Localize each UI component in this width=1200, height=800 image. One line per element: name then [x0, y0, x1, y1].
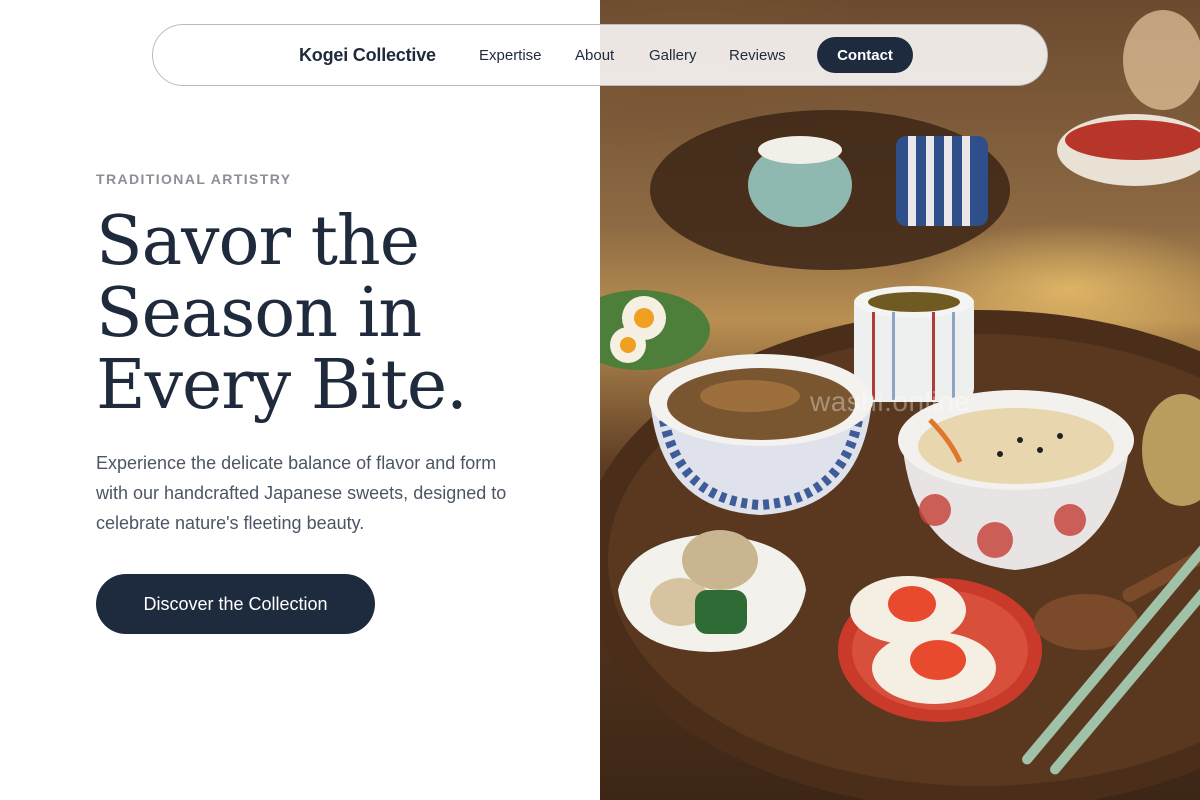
nav-link-reviews[interactable]: Reviews [729, 47, 786, 64]
discover-collection-button[interactable]: Discover the Collection [96, 574, 375, 634]
nav-link-expertise[interactable]: Expertise [479, 47, 542, 64]
nav-link-about[interactable]: About [575, 47, 614, 64]
hero-eyebrow: TRADITIONAL ARTISTRY [96, 171, 292, 187]
hero-headline: Savor the Season in Every Bite. [96, 206, 576, 422]
brand-logo[interactable]: Kogei Collective [299, 45, 436, 66]
headline-line-2: Season in [96, 274, 422, 353]
contact-button[interactable]: Contact [817, 37, 913, 73]
hero-photo: washi.online [600, 0, 1200, 800]
headline-line-1: Savor the [96, 202, 420, 281]
headline-line-3: Every Bite. [96, 346, 468, 425]
photo-watermark: washi.online [810, 386, 971, 417]
hero-description: Experience the delicate balance of flavo… [96, 453, 507, 533]
nav-link-gallery[interactable]: Gallery [649, 47, 697, 64]
navbar: Kogei Collective Expertise About Gallery… [152, 24, 1048, 86]
